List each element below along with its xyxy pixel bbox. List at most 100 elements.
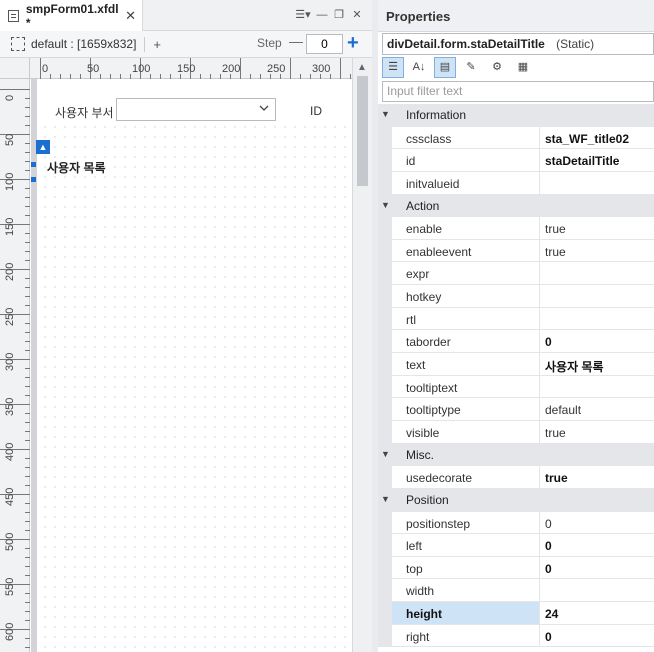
column-divider (539, 285, 540, 307)
property-value[interactable]: 0 (545, 630, 552, 644)
property-row-height[interactable]: height 24 (378, 602, 654, 625)
category-position[interactable]: ▼ Position (378, 488, 654, 512)
categorized-icon[interactable]: ☰ (382, 57, 404, 78)
property-row-enable[interactable]: enable true (378, 217, 654, 240)
property-value[interactable]: staDetailTitle (545, 154, 619, 168)
scroll-thumb[interactable] (357, 76, 368, 186)
sort-alpha-icon[interactable]: A↓ (408, 57, 430, 78)
property-value[interactable]: 24 (545, 607, 558, 621)
property-row-positionstep[interactable]: positionstep 0 (378, 511, 654, 535)
property-value[interactable]: true (545, 245, 566, 259)
ruler-label: 100 (132, 63, 151, 75)
property-row-hotkey[interactable]: hotkey (378, 285, 654, 308)
row-gutter (378, 307, 392, 330)
property-row-expr[interactable]: expr (378, 262, 654, 286)
step-input[interactable] (306, 34, 343, 54)
scroll-up-icon[interactable]: ▲ (357, 62, 367, 73)
properties-icon[interactable]: ▤ (434, 57, 456, 78)
collapse-icon[interactable]: ▼ (381, 494, 390, 504)
layout-label[interactable]: default : [1659x832] (31, 37, 136, 51)
anchor-up-icon[interactable]: ▲ (36, 140, 50, 154)
close-window-icon[interactable]: ✕ (350, 7, 364, 23)
events-icon[interactable]: ✎ (460, 57, 482, 78)
selection-handle[interactable] (31, 162, 36, 167)
property-row-initvalueid[interactable]: initvalueid (378, 171, 654, 195)
column-divider (539, 171, 540, 194)
property-name: height (406, 607, 442, 622)
object-selector[interactable]: divDetail.form.staDetailTitle (Static) (382, 33, 654, 55)
ruler-label: 250 (4, 307, 16, 326)
row-gutter (378, 466, 392, 488)
property-row-right[interactable]: right 0 (378, 624, 654, 648)
editor-vertical-scrollbar[interactable]: ▲ (352, 58, 372, 652)
chevron-down-icon[interactable] (258, 102, 270, 117)
settings-icon[interactable]: ⚙ (486, 57, 508, 78)
property-row-top[interactable]: top 0 (378, 556, 654, 580)
property-name: tooltiptext (406, 380, 458, 395)
window-menu-icon[interactable]: ☰▾ (292, 7, 314, 23)
ruler-label: 300 (4, 352, 16, 371)
collapse-icon[interactable]: ▼ (381, 109, 390, 119)
collapse-icon[interactable]: ▼ (381, 200, 390, 210)
property-name: visible (406, 425, 440, 440)
row-gutter (378, 262, 392, 285)
property-value[interactable]: true (545, 471, 568, 485)
property-value[interactable]: sta_WF_title02 (545, 132, 629, 146)
ruler-tick (25, 620, 30, 621)
property-row-rtl[interactable]: rtl (378, 307, 654, 331)
property-row-tooltiptype[interactable]: tooltiptype default (378, 398, 654, 421)
row-gutter (378, 149, 392, 171)
property-row-visible[interactable]: visible true (378, 420, 654, 444)
tab-smpform01[interactable]: smpForm01.xfdl * ✕ (0, 0, 143, 31)
ruler-label: 100 (4, 172, 16, 191)
column-divider (539, 466, 540, 488)
form-surface[interactable]: 사용자 부서 ID 사용자 목록 (37, 79, 352, 652)
dept-combo[interactable] (116, 98, 276, 121)
property-name: id (406, 154, 416, 169)
property-value[interactable]: 0 (545, 562, 552, 576)
property-row-tooltiptext[interactable]: tooltiptext (378, 375, 654, 399)
ruler-tick (0, 89, 30, 90)
category-misc[interactable]: ▼ Misc. (378, 443, 654, 467)
column-divider (539, 420, 540, 443)
close-tab-icon[interactable]: ✕ (125, 8, 136, 24)
property-row-id[interactable]: id staDetailTitle (378, 149, 654, 172)
property-row-taborder[interactable]: taborder 0 (378, 330, 654, 354)
properties-title: Properties (378, 0, 654, 32)
column-divider (539, 353, 540, 375)
init-icon[interactable]: ▦ (512, 57, 534, 78)
maximize-icon[interactable]: ❐ (332, 7, 346, 23)
property-name: right (406, 629, 430, 644)
category-information[interactable]: ▼ Information (378, 104, 654, 127)
property-value[interactable]: true (545, 426, 566, 440)
ruler-tick (25, 107, 30, 108)
property-row-usedecorate[interactable]: usedecorate true (378, 466, 654, 489)
add-layout-button[interactable]: + (153, 37, 161, 52)
step-increase-button[interactable]: + (347, 31, 359, 55)
ruler-label: 400 (4, 442, 16, 461)
property-row-enableevent[interactable]: enableevent true (378, 239, 654, 263)
property-row-cssclass[interactable]: cssclass sta_WF_title02 (378, 126, 654, 150)
property-value[interactable]: 0 (545, 539, 552, 553)
ruler-tick (25, 413, 30, 414)
collapse-icon[interactable]: ▼ (381, 449, 390, 459)
minimize-icon[interactable]: — (315, 7, 329, 23)
step-decrease-button[interactable]: — (289, 34, 303, 48)
property-value[interactable]: 0 (545, 517, 552, 531)
property-value[interactable]: 0 (545, 335, 552, 349)
property-row-text[interactable]: text 사용자 목록 (378, 353, 654, 376)
ruler-tick (25, 368, 30, 369)
property-row-width[interactable]: width (378, 579, 654, 603)
column-divider (539, 330, 540, 353)
category-action[interactable]: ▼ Action (378, 194, 654, 218)
selection-handle[interactable] (31, 177, 36, 182)
ruler-tick (25, 467, 30, 468)
property-row-left[interactable]: left 0 (378, 534, 654, 557)
property-value[interactable]: true (545, 222, 566, 236)
property-value[interactable]: default (545, 403, 581, 417)
filter-input[interactable]: Input filter text (382, 81, 654, 102)
sta-detail-title[interactable]: 사용자 목록 (47, 159, 106, 176)
layout-icon[interactable] (11, 37, 25, 51)
property-name: positionstep (406, 516, 471, 531)
property-value[interactable]: 사용자 목록 (545, 358, 604, 375)
